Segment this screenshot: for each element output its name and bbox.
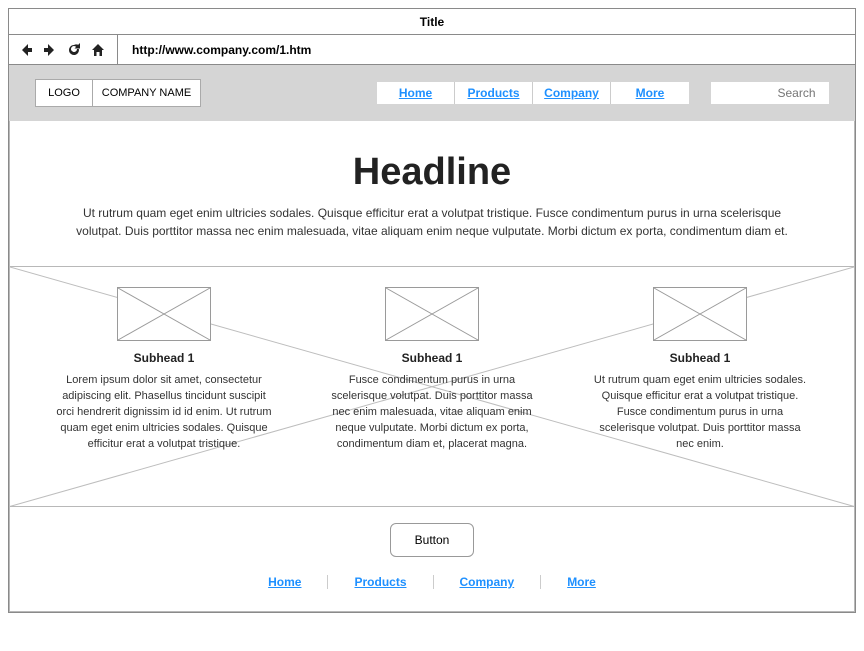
search-input[interactable]	[719, 86, 864, 100]
nav-company[interactable]: Company	[533, 82, 611, 104]
column-3: Subhead 1 Ut rutrum quam eget enim ultri…	[590, 287, 810, 453]
nav-products[interactable]: Products	[455, 82, 533, 104]
search-box	[711, 82, 829, 104]
column-2-title: Subhead 1	[322, 351, 542, 365]
page-header: LOGO COMPANY NAME Home Products Company …	[9, 65, 855, 121]
footer-nav: Home Products Company More	[10, 575, 854, 589]
logo-label: LOGO	[48, 87, 80, 99]
toolbar-divider	[117, 35, 118, 65]
column-3-body: Ut rutrum quam eget enim ultricies sodal…	[590, 373, 810, 453]
image-placeholder-icon	[653, 287, 747, 341]
page-content: Headline Ut rutrum quam eget enim ultric…	[9, 121, 855, 612]
footer-nav-home[interactable]: Home	[242, 575, 328, 589]
refresh-icon[interactable]	[65, 41, 83, 59]
image-placeholder-icon	[385, 287, 479, 341]
primary-nav: Home Products Company More	[377, 82, 689, 104]
company-name-label: COMPANY NAME	[102, 87, 191, 99]
home-icon[interactable]	[89, 41, 107, 59]
forward-icon[interactable]	[41, 41, 59, 59]
columns-row: Subhead 1 Lorem ipsum dolor sit amet, co…	[10, 267, 854, 453]
hero: Headline Ut rutrum quam eget enim ultric…	[10, 121, 854, 267]
title-bar: Title	[9, 9, 855, 35]
browser-window: Title LOGO COMPANY NAME Home Products Co…	[8, 8, 856, 613]
nav-more[interactable]: More	[611, 82, 689, 104]
url-input[interactable]	[126, 36, 847, 64]
window-title: Title	[420, 15, 444, 29]
footer-nav-more[interactable]: More	[541, 575, 622, 589]
column-1: Subhead 1 Lorem ipsum dolor sit amet, co…	[54, 287, 274, 453]
nav-home[interactable]: Home	[377, 82, 455, 104]
back-icon[interactable]	[17, 41, 35, 59]
column-2-body: Fusce condimentum purus in urna sceleris…	[322, 373, 542, 453]
logo: LOGO	[35, 79, 93, 107]
browser-toolbar	[9, 35, 855, 65]
footer: Button Home Products Company More	[10, 507, 854, 611]
hero-headline: Headline	[70, 151, 794, 194]
column-3-title: Subhead 1	[590, 351, 810, 365]
column-1-title: Subhead 1	[54, 351, 274, 365]
hero-body: Ut rutrum quam eget enim ultricies sodal…	[70, 204, 794, 240]
image-placeholder-icon	[117, 287, 211, 341]
column-1-body: Lorem ipsum dolor sit amet, consectetur …	[54, 373, 274, 453]
cta-button[interactable]: Button	[390, 523, 475, 557]
footer-nav-company[interactable]: Company	[434, 575, 542, 589]
company-name: COMPANY NAME	[93, 79, 201, 107]
column-2: Subhead 1 Fusce condimentum purus in urn…	[322, 287, 542, 453]
footer-nav-products[interactable]: Products	[328, 575, 433, 589]
columns-section: Subhead 1 Lorem ipsum dolor sit amet, co…	[10, 267, 854, 507]
